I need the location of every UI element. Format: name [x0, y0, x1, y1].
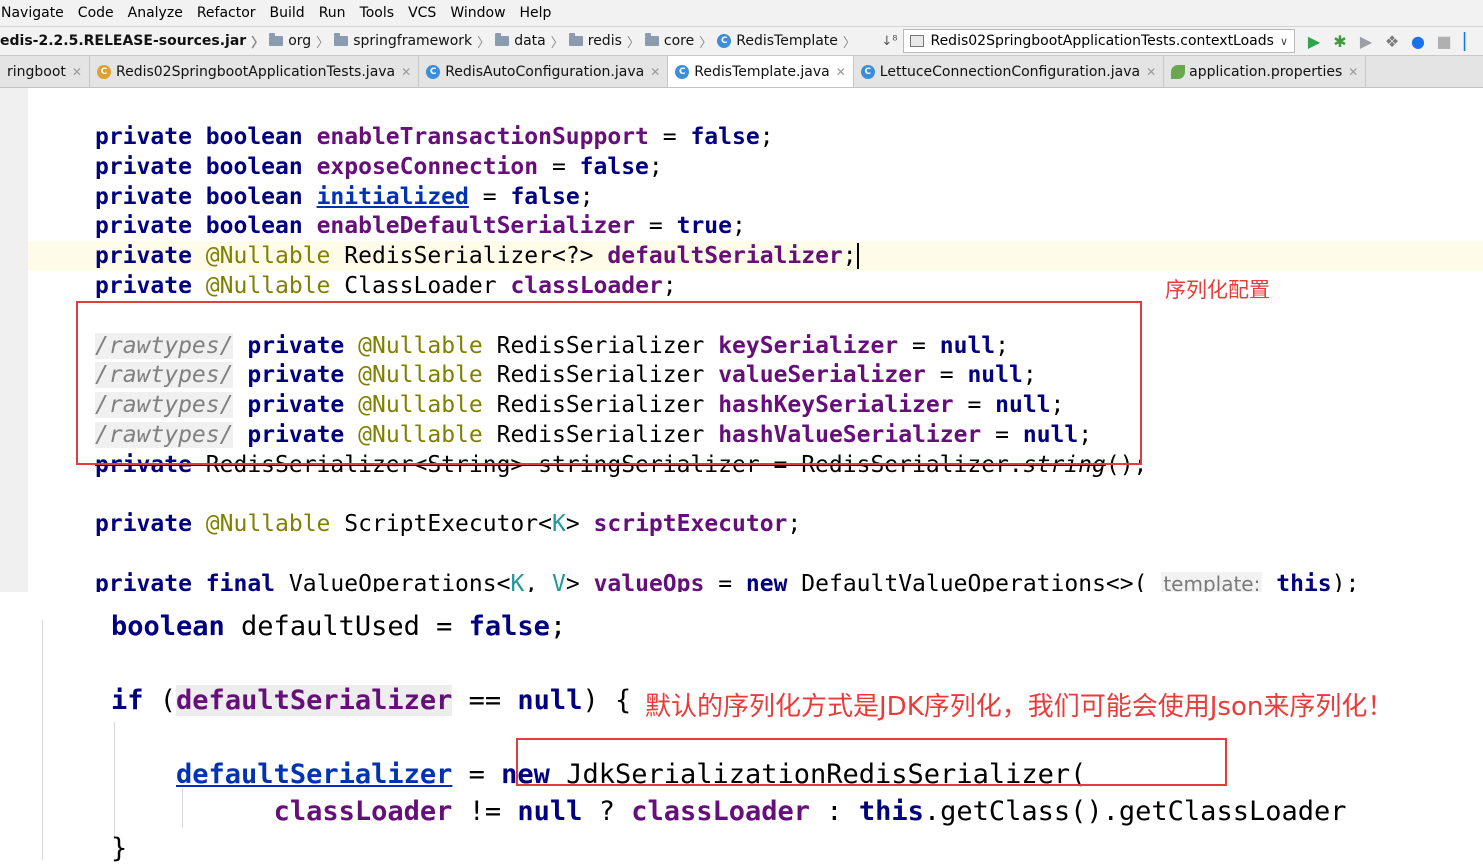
menu-tools[interactable]: Tools: [353, 5, 402, 21]
class-icon: C: [860, 64, 875, 79]
code-line: private boolean enableDefaultSerializer …: [95, 213, 746, 240]
close-icon[interactable]: ✕: [1146, 65, 1156, 79]
close-icon[interactable]: ✕: [1348, 65, 1358, 79]
folder-icon: [269, 33, 284, 46]
run-config-icon: [910, 35, 925, 47]
spring-leaf-icon: [1171, 64, 1186, 79]
menu-window[interactable]: Window: [443, 5, 512, 21]
chevron-right-icon: 〉: [699, 35, 713, 51]
menu-run[interactable]: Run: [312, 5, 353, 21]
code-line: private boolean enableTransactionSupport…: [95, 124, 774, 150]
menu-vcs[interactable]: VCS: [401, 5, 443, 21]
chevron-right-icon: 〉: [626, 35, 640, 51]
folder-icon: [568, 33, 583, 46]
breadcrumb-class[interactable]: C RedisTemplate 〉: [717, 32, 861, 51]
jdk-serializer-highlight-box: [516, 738, 1227, 786]
indent-guide: [42, 620, 43, 860]
code-editor-snippet[interactable]: boolean defaultUsed = false; if (default…: [0, 592, 1483, 865]
menu-help[interactable]: Help: [513, 5, 559, 21]
run-configuration-select[interactable]: Redis02SpringbootApplicationTests.contex…: [903, 29, 1295, 53]
menu-bar: Navigate Code Analyze Refactor Build Run…: [0, 0, 1483, 26]
menu-analyze[interactable]: Analyze: [121, 5, 190, 21]
code-line: boolean defaultUsed = false;: [111, 611, 567, 642]
editor-tabs: ringboot ✕ C Redis02SpringbootApplicationT…: [0, 56, 1483, 88]
code-line: private @Nullable RedisSerializer<?> def…: [95, 243, 859, 270]
close-icon[interactable]: ✕: [72, 65, 82, 79]
code-line: }: [111, 833, 128, 864]
editor-gutter: [0, 88, 28, 592]
class-icon: C: [717, 34, 732, 48]
code-line: private @Nullable ClassLoader classLoade…: [95, 272, 677, 299]
parameter-hint: template:: [1161, 571, 1263, 592]
tab-redis02-tests[interactable]: C Redis02SpringbootApplicationTests.java ✕: [90, 56, 420, 87]
close-icon[interactable]: ✕: [401, 65, 411, 79]
serialization-config-note: 序列化配置: [1165, 278, 1270, 302]
chevron-right-icon: 〉: [477, 35, 491, 51]
code-line: private boolean initialized = false;: [95, 183, 594, 210]
tab-application-properties[interactable]: application.properties ✕: [1164, 56, 1367, 87]
class-icon: C: [675, 64, 690, 79]
chevron-right-icon: 〉: [251, 35, 265, 51]
coverage-icon[interactable]: ▶: [1355, 30, 1377, 52]
menu-navigate[interactable]: Navigate: [0, 5, 71, 21]
tab-redis-auto-configuration[interactable]: C RedisAutoConfiguration.java ✕: [419, 56, 669, 87]
overflow-icon[interactable]: ▏: [1459, 30, 1481, 52]
folder-icon: [334, 33, 349, 46]
menu-code[interactable]: Code: [71, 5, 121, 21]
breadcrumb-org[interactable]: org 〉: [269, 32, 334, 51]
tab-redis-template[interactable]: C RedisTemplate.java ✕: [668, 56, 854, 87]
breadcrumb-jar[interactable]: edis-2.2.5.RELEASE-sources.jar 〉: [0, 32, 269, 51]
stop-icon[interactable]: ■: [1433, 30, 1455, 52]
chevron-right-icon: 〉: [316, 35, 330, 51]
chevron-right-icon: 〉: [842, 35, 856, 51]
navigation-bar: edis-2.2.5.RELEASE-sources.jar 〉 org 〉 spr…: [0, 26, 1483, 56]
code-line: if (defaultSerializer == null) {: [111, 685, 632, 716]
class-icon: C: [426, 64, 441, 79]
close-icon[interactable]: ✕: [650, 65, 660, 79]
tab-springboot[interactable]: ringboot ✕: [0, 56, 90, 87]
folder-icon: [495, 33, 510, 46]
profile-icon[interactable]: ❖: [1381, 30, 1403, 52]
breadcrumb-data[interactable]: data 〉: [495, 32, 569, 51]
serializer-highlight-box: [76, 301, 1142, 465]
breadcrumb-core[interactable]: core 〉: [644, 32, 717, 51]
code-line: classLoader != null ? classLoader : this…: [273, 796, 1347, 827]
folder-icon: [644, 33, 659, 46]
code-line: private boolean exposeConnection = false…: [95, 153, 663, 180]
run-icon[interactable]: ▶: [1303, 30, 1325, 52]
chevron-right-icon: 〉: [550, 35, 564, 51]
menu-refactor[interactable]: Refactor: [190, 5, 263, 21]
help-icon[interactable]: ●: [1407, 30, 1429, 52]
code-editor[interactable]: private boolean enableTransactionSupport…: [0, 88, 1483, 592]
chevron-down-icon: ∨: [1279, 34, 1288, 48]
debug-icon[interactable]: ✱: [1329, 30, 1351, 52]
tab-lettuce-connection-configuration[interactable]: C LettuceConnectionConfiguration.java ✕: [854, 56, 1165, 87]
code-line: private @Nullable ScriptExecutor<K> scri…: [95, 511, 802, 538]
breadcrumb-redis[interactable]: redis 〉: [568, 32, 645, 51]
breadcrumb-springframework[interactable]: springframework 〉: [334, 32, 495, 51]
sort-icon[interactable]: ↓⁸: [881, 34, 897, 49]
code-block-default-serializer: boolean defaultUsed = false; if (default…: [111, 608, 1346, 865]
default-jdk-note: 默认的序列化方式是JDK序列化，我们可能会使用Json来序列化！: [645, 692, 1394, 722]
menu-build[interactable]: Build: [263, 5, 312, 21]
code-line: private final ValueOperations<K, V> valu…: [95, 571, 1359, 592]
class-icon: C: [96, 64, 111, 79]
close-icon[interactable]: ✕: [836, 65, 846, 79]
